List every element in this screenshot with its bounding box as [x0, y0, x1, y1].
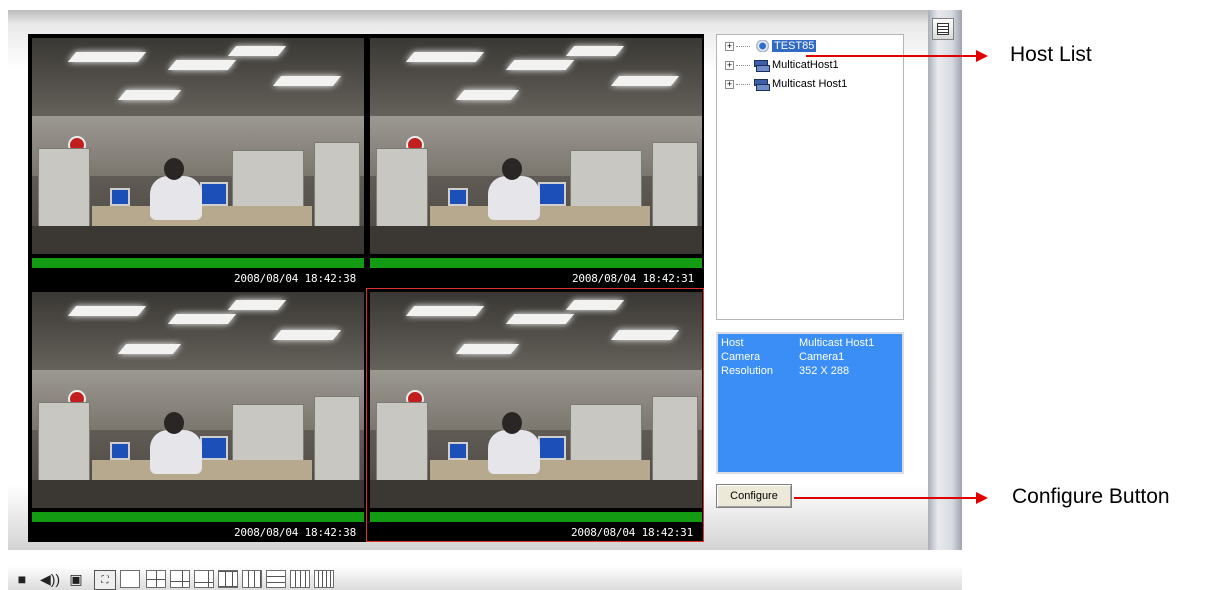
- tree-item-label: MulticatHost1: [772, 59, 839, 71]
- expand-icon[interactable]: +: [725, 60, 734, 70]
- host-list-tree[interactable]: + TEST85 + MulticatHost1 + Multicast Hos…: [716, 34, 904, 320]
- layout-9-icon[interactable]: [218, 570, 238, 588]
- timestamp: 2008/08/04 18:42:31: [570, 526, 693, 539]
- configure-button-callout: Configure Button: [1012, 485, 1170, 508]
- layout-13-icon[interactable]: [266, 570, 286, 588]
- speaker-icon[interactable]: ◀)): [40, 570, 60, 588]
- side-scroll-rail: [928, 10, 962, 550]
- tree-item-multicathost1[interactable]: + MulticatHost1: [725, 57, 839, 73]
- layout-16-icon[interactable]: [290, 570, 310, 588]
- expand-icon[interactable]: +: [725, 41, 734, 51]
- expand-icon[interactable]: +: [725, 79, 734, 89]
- camera-label: Camera: [721, 351, 761, 363]
- layout-8-icon[interactable]: [194, 570, 214, 588]
- configure-arrow-line: [794, 497, 976, 499]
- configure-arrow-head: [976, 492, 988, 504]
- camera-value: Camera1: [799, 351, 845, 363]
- timestamp: 2008/08/04 18:42:31: [571, 272, 694, 285]
- menu-icon[interactable]: [932, 18, 954, 40]
- layout-1-icon[interactable]: [120, 570, 140, 588]
- camera-view: [32, 38, 364, 254]
- timestamp: 2008/08/04 18:42:38: [233, 526, 356, 539]
- host-list-arrow-line: [806, 55, 976, 57]
- tree-item-test85[interactable]: + TEST85: [725, 38, 817, 54]
- layout-10-icon[interactable]: [242, 570, 262, 588]
- status-bar: [370, 512, 702, 522]
- tree-item-multicast-host1[interactable]: + Multicast Host1: [725, 76, 847, 92]
- host-list-arrow-head: [976, 50, 988, 62]
- resolution-label: Resolution: [721, 365, 773, 377]
- video-cell-3[interactable]: 2008/08/04 18:42:38: [30, 290, 366, 542]
- status-bar: [32, 512, 364, 522]
- layout-25-icon[interactable]: [314, 570, 334, 588]
- multicast-host-icon: [753, 59, 770, 72]
- status-bar: [370, 258, 702, 268]
- camera-info-panel: Host Multicast Host1 Camera Camera1 Reso…: [716, 332, 904, 474]
- video-cell-1[interactable]: 2008/08/04 18:42:38: [30, 36, 366, 288]
- timestamp: 2008/08/04 18:42:38: [233, 272, 356, 285]
- camera-view: [32, 292, 364, 508]
- camera-view: [370, 38, 702, 254]
- resolution-value: 352 X 288: [799, 365, 850, 377]
- configure-button[interactable]: Configure: [716, 484, 792, 508]
- status-bar: [32, 258, 364, 268]
- video-cell-4-selected[interactable]: 2008/08/04 18:42:31: [366, 288, 704, 542]
- multicast-host-icon: [753, 78, 770, 91]
- video-grid: 2008/08/04 18:42:38 2008/08/04 18:42:31: [28, 34, 704, 542]
- snapshot-icon[interactable]: ▣: [66, 570, 86, 588]
- camera-view: [370, 292, 702, 508]
- layout-4-icon[interactable]: [146, 570, 166, 588]
- host-value: Multicast Host1: [799, 337, 875, 349]
- layout-6-icon[interactable]: [170, 570, 190, 588]
- tree-item-label: TEST85: [772, 40, 817, 52]
- camera-host-icon: [753, 40, 769, 52]
- stop-icon[interactable]: ■: [12, 570, 32, 588]
- host-label: Host: [721, 337, 744, 349]
- fullscreen-icon[interactable]: ⛶: [94, 570, 116, 590]
- tree-item-label: Multicast Host1: [772, 78, 848, 90]
- video-cell-2[interactable]: 2008/08/04 18:42:31: [368, 36, 704, 288]
- host-list-callout: Host List: [1010, 43, 1092, 66]
